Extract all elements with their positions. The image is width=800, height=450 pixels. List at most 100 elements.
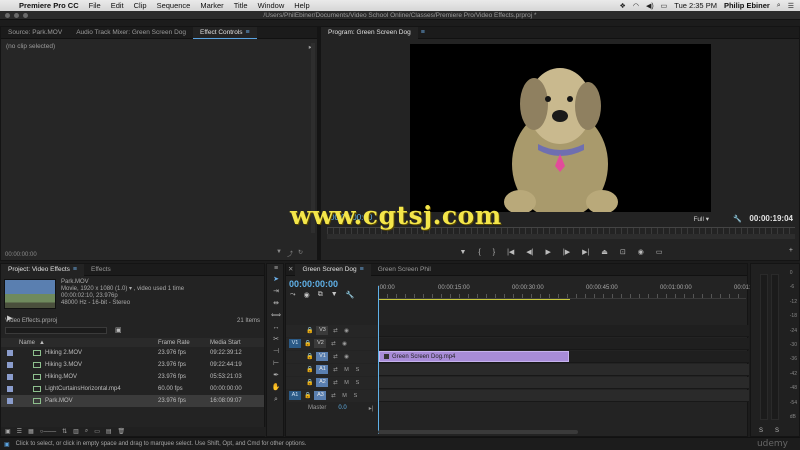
- track-lock-icon[interactable]: 🔒: [306, 379, 313, 386]
- minimize-window-button[interactable]: [14, 13, 19, 18]
- timeline-timecode[interactable]: 00:00:00:00: [289, 279, 338, 289]
- effect-controls-timecode[interactable]: 00:00:00:00: [5, 252, 37, 258]
- tab-audio-track-mixer[interactable]: Audio Track Mixer: Green Screen Dog: [69, 27, 193, 39]
- loop-icon[interactable]: ↻: [298, 249, 303, 258]
- mute-button[interactable]: M: [342, 367, 350, 373]
- project-row[interactable]: Hiking 3.MOV 23.976 fps 09:22:44:19: [1, 359, 264, 371]
- track-lock-icon[interactable]: 🔒: [304, 392, 311, 399]
- lock-icon[interactable]: ▣: [5, 428, 11, 435]
- fit-dropdown[interactable]: Full ▾: [693, 215, 709, 223]
- menu-sequence[interactable]: Sequence: [152, 1, 196, 10]
- name-column-header[interactable]: Name ▲: [19, 340, 158, 346]
- find-icon[interactable]: ⌕: [85, 428, 88, 435]
- go-to-out-icon[interactable]: ▶|: [582, 248, 589, 256]
- play-icon[interactable]: ▶: [546, 248, 551, 256]
- track-output-icon[interactable]: ◉: [342, 328, 350, 334]
- track-target-v2[interactable]: V2: [314, 339, 327, 348]
- ripple-edit-tool-icon[interactable]: ⇹: [267, 298, 285, 310]
- program-zoom-bar[interactable]: [327, 234, 795, 239]
- mark-in-icon[interactable]: {: [478, 249, 480, 256]
- close-tab-icon[interactable]: ✕: [286, 264, 295, 276]
- extract-icon[interactable]: ⊡: [620, 248, 626, 256]
- add-marker-icon[interactable]: ▼: [459, 249, 466, 256]
- project-search-input[interactable]: [5, 326, 107, 334]
- menu-clip[interactable]: Clip: [129, 1, 152, 10]
- sync-lock-icon[interactable]: ⇄: [329, 341, 337, 347]
- mark-out-icon[interactable]: }: [493, 249, 495, 256]
- track-lock-icon[interactable]: 🔒: [306, 353, 313, 360]
- volume-icon[interactable]: ◀): [646, 2, 654, 10]
- menu-window[interactable]: Window: [253, 1, 290, 10]
- wifi-icon[interactable]: ◠: [633, 2, 639, 10]
- menu-clock[interactable]: Tue 2:35 PM: [674, 1, 717, 10]
- tab-green-screen-phil[interactable]: Green Screen Phil: [371, 264, 438, 276]
- filter-icon[interactable]: ▼: [276, 249, 282, 258]
- step-forward-icon[interactable]: |▶: [563, 248, 570, 256]
- thumbnail-play-icon[interactable]: ▶: [7, 314, 15, 322]
- menu-file[interactable]: File: [84, 1, 106, 10]
- solo-left-button[interactable]: S: [759, 428, 763, 434]
- razor-tool-icon[interactable]: ✂: [267, 334, 285, 346]
- automate-icon[interactable]: ▥: [73, 428, 79, 435]
- add-marker-timeline-icon[interactable]: ▼: [331, 291, 338, 299]
- menu-app[interactable]: Premiere Pro CC: [14, 1, 84, 10]
- track-output-icon[interactable]: ◉: [342, 354, 350, 360]
- program-menu-icon[interactable]: ≡: [421, 29, 425, 36]
- go-to-in-icon[interactable]: |◀: [507, 248, 514, 256]
- button-editor-icon[interactable]: +: [789, 247, 793, 254]
- track-lock-icon[interactable]: 🔒: [306, 327, 313, 334]
- icon-view-icon[interactable]: ▦: [28, 428, 34, 435]
- label-color-swatch[interactable]: [7, 350, 13, 356]
- pen-tool-icon[interactable]: ✒: [267, 370, 285, 382]
- tab-green-screen-dog[interactable]: Green Screen Dog ≡: [295, 263, 371, 276]
- menu-title[interactable]: Title: [229, 1, 253, 10]
- track-select-tool-icon[interactable]: ⇥: [267, 286, 285, 298]
- slide-tool-icon[interactable]: ⊢: [267, 358, 285, 370]
- timeline-settings-icon[interactable]: 🔧: [346, 291, 355, 299]
- mute-button[interactable]: M: [342, 380, 350, 386]
- sync-lock-icon[interactable]: ⇄: [329, 393, 337, 399]
- work-area-bar[interactable]: [378, 299, 570, 300]
- export-frame-icon[interactable]: ◉: [638, 248, 644, 256]
- timeline-ruler[interactable]: :00:00 00:00:15:00 00:00:30:00 00:00:45:…: [378, 281, 766, 299]
- hand-tool-icon[interactable]: ✋: [267, 382, 285, 394]
- list-view-icon[interactable]: ☰: [17, 428, 22, 435]
- tab-source[interactable]: Source: Park.MOV: [1, 27, 69, 39]
- track-lock-icon[interactable]: 🔒: [304, 340, 311, 347]
- track-output-icon[interactable]: ◉: [340, 341, 348, 347]
- tab-program[interactable]: Program: Green Screen Dog: [321, 26, 418, 39]
- label-color-swatch[interactable]: [7, 362, 13, 368]
- settings-wrench-icon[interactable]: 🔧: [733, 215, 742, 223]
- zoom-tool-icon[interactable]: ⌕: [267, 394, 285, 406]
- slip-tool-icon[interactable]: ⊣: [267, 346, 285, 358]
- insert-overwrite-icon[interactable]: ⤳: [290, 291, 296, 299]
- track-lane-a1[interactable]: [378, 363, 749, 376]
- project-row[interactable]: Hiking.MOV 23.976 fps 05:53:21:03: [1, 371, 264, 383]
- project-row[interactable]: LightCurtainsHorizontal.mp4 60.00 fps 00…: [1, 383, 264, 395]
- project-row[interactable]: Hiking 2.MOV 23.976 fps 09:22:39:12: [1, 347, 264, 359]
- step-back-icon[interactable]: ◀|: [526, 248, 533, 256]
- new-bin-footer-icon[interactable]: ▭: [94, 428, 100, 435]
- solo-right-button[interactable]: S: [775, 428, 779, 434]
- selection-tool-icon[interactable]: ➤: [267, 274, 285, 286]
- tab-effects[interactable]: Effects: [84, 264, 118, 276]
- spotlight-icon[interactable]: ⌕: [777, 2, 781, 10]
- sort-icons-icon[interactable]: ⇅: [62, 428, 67, 435]
- track-target-a2[interactable]: A2: [316, 378, 329, 387]
- rolling-edit-tool-icon[interactable]: ⟺: [267, 310, 285, 322]
- master-go-to-icon[interactable]: ▸|: [369, 405, 374, 412]
- track-target-v1[interactable]: V1: [316, 352, 329, 361]
- comparison-view-icon[interactable]: ▭: [656, 248, 663, 256]
- track-lane-a3[interactable]: [378, 389, 749, 402]
- sync-lock-icon[interactable]: ⇄: [331, 367, 339, 373]
- sync-lock-icon[interactable]: ⇄: [331, 328, 339, 334]
- battery-icon[interactable]: ▭: [661, 2, 668, 10]
- source-patch-v1[interactable]: V1: [289, 339, 301, 348]
- media-start-column-header[interactable]: Media Start: [210, 340, 260, 346]
- notification-center-icon[interactable]: ☰: [788, 2, 794, 10]
- timeline-clip[interactable]: Green Screen Dog.mp4: [379, 351, 569, 362]
- source-patch-a1[interactable]: A1: [289, 391, 301, 400]
- timeline-menu-icon[interactable]: ≡: [360, 266, 364, 273]
- snap-icon[interactable]: ◉: [304, 291, 310, 299]
- zoom-slider[interactable]: ○───: [40, 429, 56, 435]
